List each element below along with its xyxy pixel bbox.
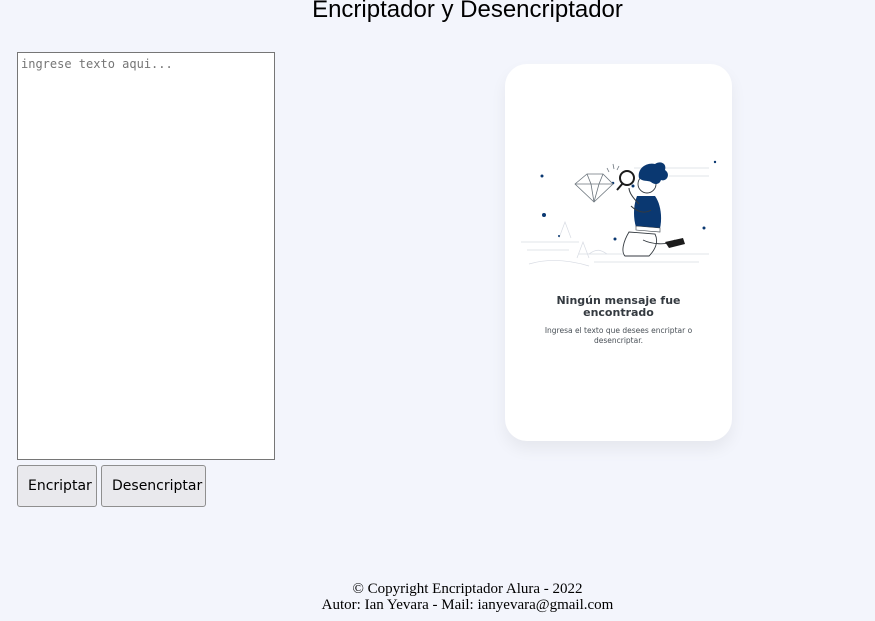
empty-state-subtitle: Ingresa el texto que desees encriptar o … [544,326,693,345]
empty-state-title: Ningún mensaje fue encontrado [556,294,681,319]
footer: © Copyright Encriptador Alura - 2022 Aut… [0,581,875,613]
author-text: Autor: Ian Yevara - Mail: ianyevara@gmai… [321,597,614,613]
encrypt-button[interactable]: Encriptar [17,465,97,507]
decrypt-button[interactable]: Desencriptar [101,465,206,507]
text-input[interactable] [17,52,275,460]
copyright-text: © Copyright Encriptador Alura - 2022 [352,581,583,597]
page-title: Encriptador y Desencriptador [312,0,623,23]
result-panel: Ningún mensaje fue encontrado Ingresa el… [505,64,732,441]
person-with-magnifier-illustration [521,160,717,267]
